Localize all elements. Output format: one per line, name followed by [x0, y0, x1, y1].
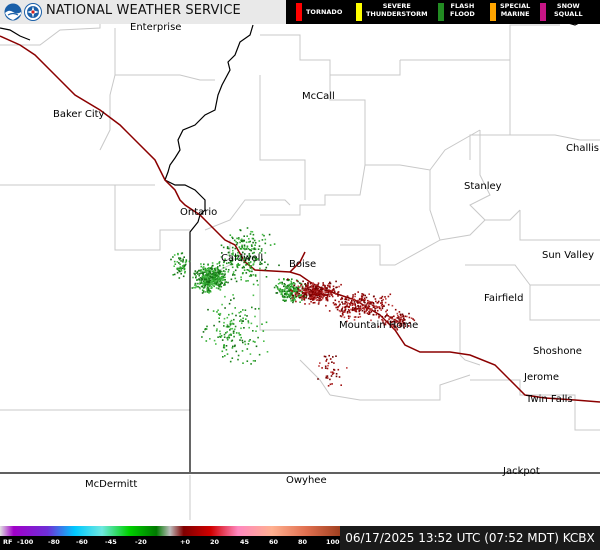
- legend-swatch-tornado: [296, 3, 302, 21]
- scale-tick: -45: [105, 538, 117, 546]
- scale-tick: -100: [17, 538, 34, 546]
- warning-legend: TORNADO SEVERE THUNDERSTORM FLASH FLOOD …: [286, 0, 600, 24]
- legend-label-tornado: TORNADO: [306, 8, 343, 16]
- legend-item-severe-thunderstorm: SEVERE THUNDERSTORM: [356, 2, 436, 22]
- scale-tick: -80: [48, 538, 60, 546]
- scale-tick: 20: [210, 538, 220, 546]
- radar-timestamp: 06/17/2025 13:52 UTC (07:52 MDT) KCBX: [340, 526, 600, 550]
- city-label-owyhee: Owyhee: [286, 475, 327, 486]
- agency-banner: NATIONAL WEATHER SERVICE: [0, 0, 286, 24]
- noaa-logo-icon: [4, 3, 22, 21]
- scale-tick: -60: [76, 538, 88, 546]
- scale-tick: 45: [240, 538, 250, 546]
- city-label-twin-falls: Twin Falls: [526, 394, 573, 405]
- scale-tick: 80: [298, 538, 308, 546]
- page-title: NATIONAL WEATHER SERVICE: [46, 3, 241, 18]
- scale-prefix: RF: [3, 538, 13, 546]
- city-label-shoshone: Shoshone: [533, 346, 582, 357]
- legend-label-severe-thunderstorm: SEVERE THUNDERSTORM: [366, 2, 428, 18]
- city-label-jerome: Jerome: [524, 372, 560, 383]
- legend-item-snow-squall: SNOW SQUALL: [540, 2, 595, 22]
- legend-label-flash-flood: FLASH FLOOD: [450, 2, 475, 18]
- city-label-enterprise: Enterprise: [130, 22, 182, 33]
- legend-label-snow-squall: SNOW SQUALL: [554, 2, 583, 18]
- city-label-boise: Boise: [289, 259, 317, 270]
- nws-logo-icon: [24, 3, 42, 21]
- city-label-fairfield: Fairfield: [484, 293, 524, 304]
- legend-swatch-severe-thunderstorm: [356, 3, 362, 21]
- city-label-mcdermitt: McDermitt: [85, 479, 138, 490]
- city-label-mountain-home: Mountain Home: [339, 320, 419, 331]
- city-label-caldwell: Caldwell: [221, 253, 264, 264]
- legend-item-flash-flood: FLASH FLOOD: [438, 2, 488, 22]
- scale-labels: RF -100 -80 -60 -45 -20 +0 20 45 60 80 1…: [0, 536, 340, 550]
- city-label-challis: Challis: [566, 143, 599, 154]
- scale-tick: 60: [269, 538, 279, 546]
- legend-swatch-snow-squall: [540, 3, 546, 21]
- legend-item-tornado: TORNADO: [296, 2, 356, 22]
- scale-tick: -20: [135, 538, 147, 546]
- city-label-stanley: Stanley: [464, 181, 502, 192]
- scale-tick: +0: [180, 538, 190, 546]
- city-label-sun-valley: Sun Valley: [542, 250, 595, 261]
- legend-swatch-special-marine: [490, 3, 496, 21]
- legend-swatch-flash-flood: [438, 3, 444, 21]
- header-bar: NATIONAL WEATHER SERVICE TORNADO SEVERE …: [0, 0, 600, 24]
- legend-label-special-marine: SPECIAL MARINE: [500, 2, 531, 18]
- city-label-ontario: Ontario: [180, 207, 218, 218]
- scale-tick: 100: [326, 538, 340, 546]
- velocity-color-scale: [0, 526, 340, 536]
- city-label-mccall: McCall: [302, 91, 335, 102]
- city-label-jackpot: Jackpot: [503, 466, 540, 477]
- city-label-baker-city: Baker City: [53, 109, 105, 120]
- legend-item-special-marine: SPECIAL MARINE: [490, 2, 540, 22]
